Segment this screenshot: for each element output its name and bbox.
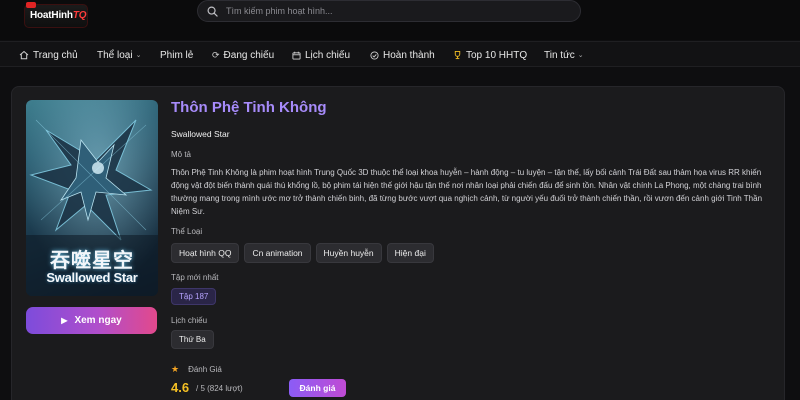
chevron-down-icon: ⌄ xyxy=(135,52,142,59)
nav-item-completed[interactable]: Hoàn thành xyxy=(370,42,435,68)
genre-tag[interactable]: Hiện đại xyxy=(386,243,434,263)
star-icon: ★ xyxy=(171,364,180,374)
watch-now-button[interactable]: ▶ Xem ngay xyxy=(26,307,157,334)
logo-text-accent: TQ xyxy=(72,10,87,21)
nav-label: Thể loại xyxy=(97,49,133,61)
rating-label: Đánh Giá xyxy=(188,365,222,374)
nav-item-schedule[interactable]: Lịch chiếu xyxy=(292,42,350,68)
movie-description: Thôn Phệ Tinh Không là phim hoạt hình Tr… xyxy=(171,168,763,216)
nav-label: Phim lẻ xyxy=(160,49,194,61)
schedule-label: Lịch chiếu xyxy=(171,316,208,325)
genre-tag[interactable]: Cn animation xyxy=(244,243,311,263)
nav-label: Top 10 HHTQ xyxy=(466,49,528,61)
watch-now-label: Xem ngay xyxy=(74,315,122,326)
rate-button[interactable]: Đánh giá xyxy=(289,379,346,397)
top-bar: HoatHinhTQ xyxy=(0,0,800,40)
movie-original-title: Swallowed Star xyxy=(171,129,230,139)
chevron-down-icon: ⌄ xyxy=(577,52,584,59)
check-circle-icon xyxy=(370,50,379,60)
search-icon[interactable] xyxy=(198,6,226,17)
nav-label: Lịch chiếu xyxy=(305,49,351,61)
rating-score: 4.6 xyxy=(171,380,190,395)
trophy-icon xyxy=(453,50,462,60)
schedule-day-badge: Thứ Ba xyxy=(171,330,214,349)
nav-item-movies[interactable]: Phim lẻ xyxy=(160,42,193,68)
nav-label: Trang chủ xyxy=(33,49,78,61)
description-label: Mô tả xyxy=(171,150,192,159)
rating-header: ★ Đánh Giá xyxy=(171,364,222,375)
main-nav: Trang chủ Thể loại ⌄ Phim lẻ ⟳ Đang chiế… xyxy=(0,41,800,67)
nav-label: Hoàn thành xyxy=(383,49,435,61)
genres-label: Thể Loại xyxy=(171,227,203,236)
nav-item-airing[interactable]: ⟳ Đang chiếu xyxy=(212,42,274,68)
site-logo[interactable]: HoatHinhTQ xyxy=(24,2,90,30)
play-icon: ▶ xyxy=(61,316,68,325)
poster-title-en: Swallowed Star xyxy=(46,270,138,285)
latest-episode-badge[interactable]: Tập 187 xyxy=(171,288,217,305)
genre-tag-list: Hoạt hình QQ Cn animation Huyền huyễn Hi… xyxy=(171,243,434,263)
genre-tag[interactable]: Hoạt hình QQ xyxy=(171,243,240,263)
genre-tag[interactable]: Huyền huyễn xyxy=(315,243,382,263)
refresh-icon: ⟳ xyxy=(212,49,220,60)
logo-text: HoatHinhTQ xyxy=(30,10,87,21)
logo-tv-antenna-icon xyxy=(26,2,36,8)
rating-count: / 5 (824 lượt) xyxy=(196,384,243,393)
movie-title: Thôn Phệ Tinh Không xyxy=(171,99,327,116)
nav-item-top10[interactable]: Top 10 HHTQ xyxy=(453,42,527,68)
poster-title-cn: 吞噬星空 xyxy=(50,248,134,272)
logo-text-main: HoatHinh xyxy=(30,10,73,21)
nav-label: Tin tức xyxy=(544,49,575,61)
search-bar[interactable] xyxy=(197,0,581,22)
latest-episode-label: Tập mới nhất xyxy=(171,273,219,282)
calendar-icon xyxy=(292,51,301,60)
nav-item-news[interactable]: Tin tức ⌄ xyxy=(544,42,584,68)
nav-item-home[interactable]: Trang chủ xyxy=(19,42,78,68)
movie-poster: 吞噬星空 Swallowed Star xyxy=(26,100,158,296)
search-input[interactable] xyxy=(226,6,556,16)
nav-label: Đang chiếu xyxy=(223,49,275,61)
home-icon xyxy=(19,50,29,60)
nav-item-genres[interactable]: Thể loại ⌄ xyxy=(97,42,141,68)
